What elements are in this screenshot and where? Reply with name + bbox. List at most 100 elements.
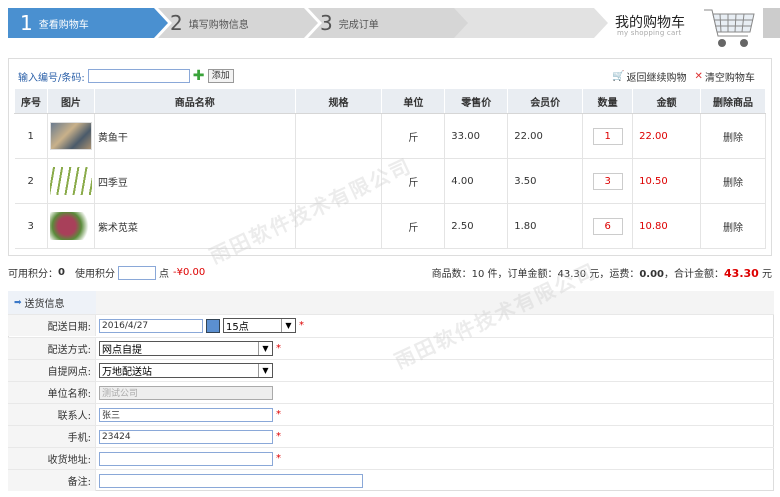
- delete-link[interactable]: 删除: [700, 158, 766, 204]
- contact-input[interactable]: 张三: [99, 407, 273, 422]
- step-2-label: 填写购物信息: [188, 19, 249, 31]
- date-label: 配送日期:: [8, 315, 96, 336]
- continue-shopping-link[interactable]: 🛒 返回继续购物: [612, 69, 686, 84]
- row-index: 1: [14, 113, 48, 159]
- col-header-delete: 删除商品: [700, 88, 766, 114]
- arrow-icon: ➡: [14, 297, 22, 308]
- form-header-bar: [96, 291, 774, 314]
- product-unit: 斤: [381, 203, 446, 249]
- add-button[interactable]: 添加: [207, 69, 234, 83]
- retail-price: 2.50: [444, 203, 509, 249]
- phone-input[interactable]: 23424: [99, 429, 273, 444]
- delete-link[interactable]: 删除: [700, 113, 766, 159]
- col-header-index: 序号: [14, 88, 48, 114]
- note-label: 备注:: [8, 470, 96, 491]
- row-index: 3: [14, 203, 48, 249]
- pickup-value: 万地配送站: [102, 367, 152, 378]
- close-icon: ✕: [694, 71, 703, 82]
- product-thumb[interactable]: [47, 113, 95, 159]
- date-row: 配送日期: 2016/4/27 15点 ▼ *: [8, 314, 774, 336]
- required-mark: *: [299, 320, 304, 331]
- beans-image: [49, 167, 92, 195]
- qty-input[interactable]: 3: [592, 172, 623, 190]
- shopping-cart-icon: [704, 9, 755, 47]
- qty-cell: 3: [582, 158, 634, 204]
- product-name[interactable]: 四季豆: [94, 158, 296, 204]
- date-input[interactable]: 2016/4/27: [99, 318, 203, 333]
- required-mark: *: [276, 431, 281, 442]
- table-header-row: 序号 图片 商品名称 规格 单位 零售价 会员价 数量 金额 删除商品: [14, 88, 766, 114]
- company-row: 单位名称: 测试公司: [8, 381, 774, 403]
- qty-input[interactable]: 1: [592, 127, 623, 145]
- company-input: 测试公司: [99, 385, 273, 400]
- product-name[interactable]: 黄鱼干: [94, 113, 296, 159]
- header-edge: [763, 8, 780, 38]
- chevron-down-icon: ▼: [258, 364, 272, 377]
- row-index: 2: [14, 158, 48, 204]
- add-item-row: 输入编号/条码: ✚ 添加: [18, 67, 234, 85]
- line-amount: 10.80: [632, 203, 702, 249]
- amaranth-image: [49, 212, 92, 240]
- cart-small-icon: 🛒: [612, 71, 625, 82]
- member-price: 22.00: [507, 113, 584, 159]
- freight-value: 0.00: [639, 269, 665, 280]
- available-points-label: 可用积分：: [8, 269, 58, 280]
- note-row: 备注:: [8, 469, 774, 491]
- retail-price: 4.00: [444, 158, 509, 204]
- contact-row: 联系人: 张三 *: [8, 403, 774, 425]
- fish-image: [49, 122, 92, 150]
- product-thumb[interactable]: [47, 158, 95, 204]
- delete-link[interactable]: 删除: [700, 203, 766, 249]
- hour-value: 15点: [226, 322, 249, 333]
- chevron-down-icon: ▼: [281, 319, 295, 332]
- contact-label: 联系人:: [8, 404, 96, 425]
- points-discount: -¥0.00: [172, 267, 206, 278]
- code-label: 输入编号/条码:: [18, 72, 85, 84]
- pickup-select[interactable]: 万地配送站 ▼: [99, 363, 273, 378]
- col-header-qty: 数量: [582, 88, 634, 114]
- table-row: 1 黄鱼干 斤 33.00 22.00 1 22.00 删除: [14, 113, 766, 159]
- table-row: 3 紫术苋菜 斤 2.50 1.80 6 10.80 删除: [14, 203, 766, 249]
- member-price: 1.80: [507, 203, 584, 249]
- retail-price: 33.00: [444, 113, 509, 159]
- plus-icon: ✚: [192, 68, 205, 84]
- step-2-number: 2: [170, 11, 183, 35]
- method-select[interactable]: 网点自提 ▼: [99, 341, 273, 356]
- cart-actions: 🛒 返回继续购物 ✕ 清空购物车: [612, 69, 755, 84]
- form-section-header: ➡ 送货信息: [8, 291, 96, 314]
- clear-cart-label: 清空购物车: [704, 73, 755, 84]
- col-header-amount: 金额: [632, 88, 702, 114]
- clear-cart-link[interactable]: ✕ 清空购物车: [694, 69, 754, 84]
- step-1-label: 查看购物车: [38, 19, 89, 31]
- step-3-label: 完成订单: [338, 19, 379, 31]
- product-thumb[interactable]: [47, 203, 95, 249]
- line-amount: 22.00: [632, 113, 702, 159]
- pickup-row: 自提网点: 万地配送站 ▼: [8, 359, 774, 381]
- product-spec: [295, 113, 383, 159]
- step-3-number: 3: [320, 11, 333, 35]
- hour-select[interactable]: 15点 ▼: [223, 318, 296, 333]
- col-header-spec: 规格: [294, 88, 383, 114]
- col-header-image: 图片: [46, 88, 95, 114]
- col-header-name: 商品名称: [93, 88, 296, 114]
- section-title: 送货信息: [24, 299, 65, 310]
- step-filler: [448, 8, 608, 38]
- note-input[interactable]: [99, 473, 363, 488]
- chevron-down-icon: ▼: [258, 342, 272, 355]
- method-value: 网点自提: [102, 345, 142, 356]
- col-header-retail: 零售价: [444, 88, 509, 114]
- currency-label: 元: [762, 269, 772, 280]
- qty-cell: 1: [582, 113, 634, 159]
- address-input[interactable]: [99, 451, 273, 466]
- code-input[interactable]: [87, 69, 190, 83]
- qty-input[interactable]: 6: [592, 217, 623, 235]
- calendar-icon[interactable]: [206, 318, 220, 333]
- step-2: 2 填写购物信息: [158, 8, 318, 38]
- order-summary: 商品数：10 件，订单金额：43.30 元，运费：0.00，合计金额：43.30…: [432, 265, 772, 280]
- product-unit: 斤: [381, 113, 446, 159]
- col-header-unit: 单位: [381, 88, 446, 114]
- required-mark: *: [276, 409, 281, 420]
- address-row: 收货地址: *: [8, 447, 774, 469]
- company-label: 单位名称:: [8, 382, 96, 403]
- use-points-input[interactable]: [117, 265, 156, 280]
